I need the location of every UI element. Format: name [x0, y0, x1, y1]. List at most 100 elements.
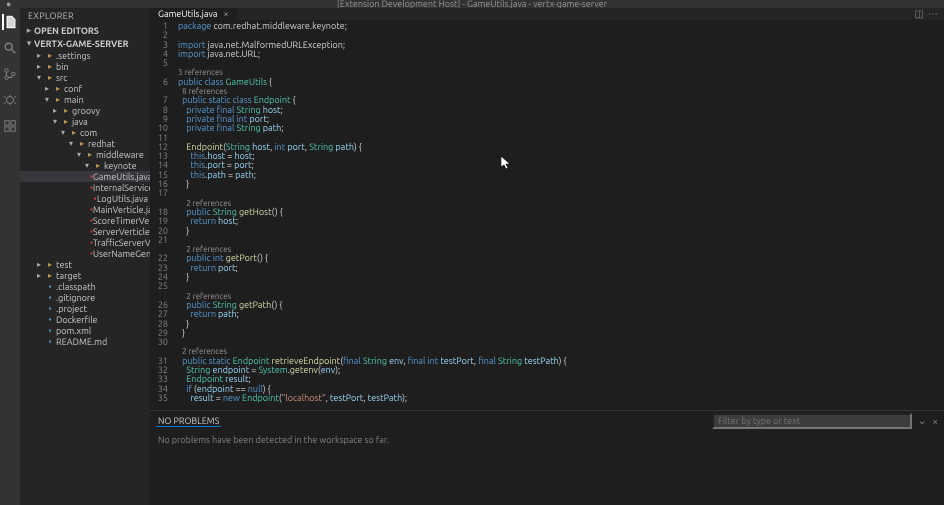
chevron-down-icon: ▾ [34, 73, 44, 82]
open-editors-section[interactable]: ▸OPEN EDITORS [20, 24, 150, 37]
file-GameUtils-java[interactable]: ▪GameUtils.java [20, 171, 150, 182]
file-MainVerticle-java[interactable]: ▪MainVerticle.java [20, 204, 150, 215]
file-Dockerfile[interactable]: ▪Dockerfile [20, 314, 150, 325]
sidebar-title: EXPLORER [20, 8, 150, 24]
folder-target[interactable]: ▸▸target [20, 270, 150, 281]
folder-icon: ▸ [68, 128, 80, 137]
tree-item-label: pom.xml [56, 326, 91, 336]
more-actions-icon[interactable]: ⋯ [928, 8, 938, 20]
chevron-right-icon: ▸ [50, 106, 60, 115]
tree-item-label: test [56, 260, 72, 270]
problems-tab[interactable]: NO PROBLEMS [156, 416, 221, 427]
file-UserNameGenerat-[interactable]: ▪UserNameGenerat… [20, 248, 150, 259]
file--gitignore[interactable]: ▪.gitignore [20, 292, 150, 303]
folder-middleware[interactable]: ▾▸middleware [20, 149, 150, 160]
window-titlebar: ● [Extension Development Host] - GameUti… [0, 0, 944, 8]
collapse-panel-icon[interactable]: ⌄ [918, 415, 926, 427]
close-icon[interactable]: × [224, 9, 229, 19]
folder-conf[interactable]: ▸▸conf [20, 83, 150, 94]
folder-icon: ▸ [44, 271, 56, 280]
chevron-down-icon: ▾ [58, 128, 68, 137]
file--classpath[interactable]: ▪.classpath [20, 281, 150, 292]
folder-groovy[interactable]: ▸▸groovy [20, 105, 150, 116]
tree-item-label: com [80, 128, 97, 138]
file-icon: ▪ [44, 315, 56, 324]
tree-item-label: keynote [104, 161, 137, 171]
tree-item-label: src [56, 73, 68, 83]
tab-gameutils[interactable]: GameUtils.java × [150, 8, 238, 20]
folder-icon: ▸ [52, 95, 64, 104]
file-TrafficServerVertl-[interactable]: ▪TrafficServerVertl… [20, 237, 150, 248]
tab-label: GameUtils.java [158, 9, 218, 19]
tree-item-label: .settings [56, 51, 91, 61]
tree-item-label: conf [64, 84, 82, 94]
tree-item-label: redhat [88, 139, 115, 149]
source-control-icon[interactable] [2, 66, 18, 82]
chevron-right-icon: ▸ [42, 84, 52, 93]
panel-message: No problems have been detected in the wo… [150, 431, 944, 449]
debug-icon[interactable] [2, 92, 18, 108]
folder-icon: ▸ [92, 161, 104, 170]
file-icon: ▪ [44, 337, 56, 346]
folder-icon: ▸ [76, 139, 88, 148]
folder-keynote[interactable]: ▾▸keynote [20, 160, 150, 171]
tree-item-label: README.md [56, 337, 107, 347]
file-icon: ▪ [44, 326, 56, 335]
file--project[interactable]: ▪.project [20, 303, 150, 314]
folder-icon: ▸ [44, 51, 56, 60]
folder-main[interactable]: ▾▸main [20, 94, 150, 105]
line-gutter: 1234567891011121314151617181920212223242… [150, 20, 174, 410]
tree-item-label: groovy [72, 106, 100, 116]
activity-bar [0, 8, 20, 505]
file-pom-xml[interactable]: ▪pom.xml [20, 325, 150, 336]
chevron-down-icon: ▾ [42, 95, 52, 104]
folder--settings[interactable]: ▸▸.settings [20, 50, 150, 61]
editor-area: GameUtils.java × ◫ ⋯ 1234567891011121314… [150, 8, 944, 505]
editor-tabs: GameUtils.java × ◫ ⋯ [150, 8, 944, 20]
tree-item-label: InternalServiceVer… [93, 183, 150, 193]
chevron-down-icon: ▾ [82, 161, 92, 170]
tree-item-label: UserNameGenerat… [93, 249, 150, 259]
workspace-section[interactable]: ▾VERTX-GAME-SERVER [20, 37, 150, 50]
extensions-icon[interactable] [2, 118, 18, 134]
file-ScoreTimerVerticl-[interactable]: ▪ScoreTimerVerticl… [20, 215, 150, 226]
filter-input[interactable] [712, 413, 912, 429]
tree-item-label: LogUtils.java [97, 194, 148, 204]
chevron-right-icon: ▸ [24, 25, 34, 36]
sidebar: EXPLORER ▸OPEN EDITORS ▾VERTX-GAME-SERVE… [20, 8, 150, 505]
folder-icon: ▸ [44, 73, 56, 82]
folder-com[interactable]: ▾▸com [20, 127, 150, 138]
folder-redhat[interactable]: ▾▸redhat [20, 138, 150, 149]
file-README-md[interactable]: ▪README.md [20, 336, 150, 347]
tree-item-label: MainVerticle.java [93, 205, 150, 215]
tree-item-label: target [56, 271, 81, 281]
tree-item-label: middleware [96, 150, 144, 160]
file-LogUtils-java[interactable]: ▪LogUtils.java [20, 193, 150, 204]
tree-item-label: .classpath [56, 282, 96, 292]
file-tree: ▸▸.settings▸▸bin▾▸src▸▸conf▾▸main▸▸groov… [20, 50, 150, 505]
split-editor-icon[interactable]: ◫ [915, 8, 924, 20]
folder-icon: ▸ [44, 62, 56, 71]
chevron-right-icon: ▸ [34, 51, 44, 60]
explorer-icon[interactable] [2, 14, 18, 30]
file-ServerVerticle-java[interactable]: ▪ServerVerticle.java [20, 226, 150, 237]
search-icon[interactable] [2, 40, 18, 56]
tree-item-label: main [64, 95, 84, 105]
code-editor[interactable]: 1234567891011121314151617181920212223242… [150, 20, 944, 410]
folder-bin[interactable]: ▸▸bin [20, 61, 150, 72]
chevron-right-icon: ▸ [34, 62, 44, 71]
file-InternalServiceVer-[interactable]: ▪InternalServiceVer… [20, 182, 150, 193]
file-icon: ▪ [44, 293, 56, 302]
tree-item-label: ScoreTimerVerticl… [93, 216, 150, 226]
folder-src[interactable]: ▾▸src [20, 72, 150, 83]
workspace-label: VERTX-GAME-SERVER [34, 39, 129, 49]
file-icon: ▪ [44, 282, 56, 291]
folder-java[interactable]: ▾▸java [20, 116, 150, 127]
tree-item-label: ServerVerticle.java [93, 227, 150, 237]
folder-test[interactable]: ▸▸test [20, 259, 150, 270]
tree-item-label: bin [56, 62, 69, 72]
folder-icon: ▸ [44, 260, 56, 269]
code-source[interactable]: package com.redhat.middleware.keynote;im… [174, 20, 944, 410]
chevron-right-icon: ▸ [34, 260, 44, 269]
close-panel-icon[interactable]: × [932, 416, 938, 427]
